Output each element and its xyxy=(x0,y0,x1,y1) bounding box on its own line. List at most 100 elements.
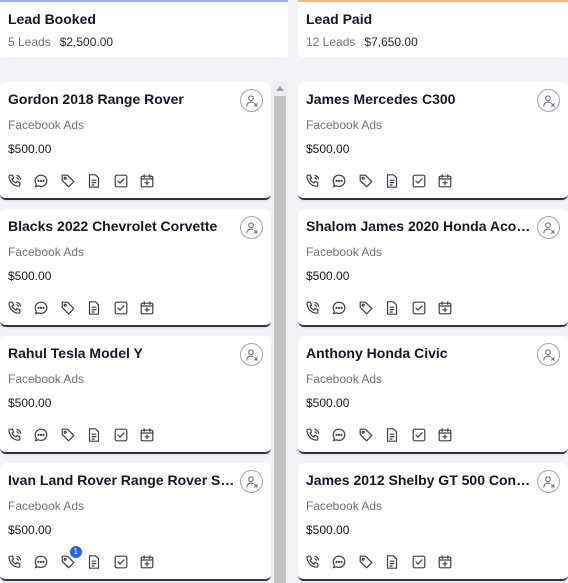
scroll-up-arrow-icon[interactable] xyxy=(276,86,284,91)
lead-title[interactable]: Anthony Honda Civic xyxy=(306,345,534,361)
phone-icon xyxy=(306,555,320,568)
appointment-button[interactable] xyxy=(436,172,454,190)
column-header-lead-paid: Lead Paid 12 Leads $7,650.00 xyxy=(298,0,568,57)
lead-title[interactable]: Blacks 2022 Chevrolet Corvette xyxy=(8,218,237,234)
lead-title[interactable]: James Mercedes C300 xyxy=(306,91,534,107)
notes-button[interactable] xyxy=(383,299,401,317)
appointment-button[interactable] xyxy=(138,172,156,190)
notes-button[interactable] xyxy=(85,172,103,190)
notes-button[interactable] xyxy=(383,172,401,190)
lead-card[interactable]: James 2012 Shelby GT 500 Convertible Fac… xyxy=(298,463,568,581)
assign-user-icon xyxy=(542,475,555,488)
appointment-button[interactable] xyxy=(436,426,454,444)
tasks-button[interactable] xyxy=(112,299,130,317)
phone-icon xyxy=(306,301,320,314)
lead-card[interactable]: James Mercedes C300 Facebook Ads $500.00 xyxy=(298,82,568,200)
card-actions xyxy=(304,553,462,571)
message-button[interactable] xyxy=(32,299,50,317)
appointment-button[interactable] xyxy=(436,299,454,317)
assign-user-button[interactable] xyxy=(537,470,560,493)
note-icon xyxy=(387,428,398,442)
assign-user-button[interactable] xyxy=(240,343,263,366)
call-button[interactable] xyxy=(6,426,24,444)
call-button[interactable] xyxy=(6,299,24,317)
notes-button[interactable] xyxy=(85,553,103,571)
lead-card[interactable]: Ivan Land Rover Range Rover Sport Facebo… xyxy=(0,463,271,581)
lead-title[interactable]: Gordon 2018 Range Rover xyxy=(8,91,237,107)
tasks-button[interactable] xyxy=(410,553,428,571)
tasks-button[interactable] xyxy=(410,426,428,444)
lead-value: $500.00 xyxy=(8,269,52,283)
assign-user-button[interactable] xyxy=(537,89,560,112)
assign-user-button[interactable] xyxy=(240,216,263,239)
lead-card[interactable]: Gordon 2018 Range Rover Facebook Ads $50… xyxy=(0,82,271,200)
tags-button[interactable] xyxy=(357,553,375,571)
lead-card[interactable]: Rahul Tesla Model Y Facebook Ads $500.00 xyxy=(0,336,271,454)
tags-button[interactable] xyxy=(357,172,375,190)
appointment-button[interactable] xyxy=(138,299,156,317)
tasks-button[interactable] xyxy=(410,299,428,317)
tasks-button[interactable] xyxy=(112,172,130,190)
tag-count-badge: 1 xyxy=(69,546,82,558)
lead-source: Facebook Ads xyxy=(8,372,85,386)
task-icon xyxy=(412,428,425,442)
message-button[interactable] xyxy=(330,172,348,190)
tags-button[interactable] xyxy=(59,299,77,317)
column-title: Lead Paid xyxy=(306,11,373,27)
message-button[interactable] xyxy=(32,553,50,571)
task-icon xyxy=(114,428,127,442)
assign-user-button[interactable] xyxy=(240,89,263,112)
assign-user-button[interactable] xyxy=(537,216,560,239)
tasks-button[interactable] xyxy=(112,553,130,571)
note-icon xyxy=(387,301,398,315)
tasks-button[interactable] xyxy=(410,172,428,190)
notes-button[interactable] xyxy=(85,299,103,317)
tags-button[interactable] xyxy=(357,299,375,317)
message-button[interactable] xyxy=(330,553,348,571)
call-button[interactable] xyxy=(304,426,322,444)
chat-icon xyxy=(332,174,346,188)
appointment-button[interactable] xyxy=(138,553,156,571)
lead-card[interactable]: Shalom James 2020 Honda Acorrd Facebook … xyxy=(298,209,568,327)
notes-button[interactable] xyxy=(85,426,103,444)
message-button[interactable] xyxy=(32,172,50,190)
call-button[interactable] xyxy=(304,172,322,190)
scroll-thumb[interactable] xyxy=(274,96,286,583)
message-button[interactable] xyxy=(330,426,348,444)
tags-button[interactable] xyxy=(59,172,77,190)
chat-icon xyxy=(332,428,346,442)
task-icon xyxy=(114,555,127,569)
lead-card[interactable]: Blacks 2022 Chevrolet Corvette Facebook … xyxy=(0,209,271,327)
tasks-button[interactable] xyxy=(112,426,130,444)
notes-button[interactable] xyxy=(383,553,401,571)
notes-button[interactable] xyxy=(383,426,401,444)
lead-title[interactable]: Rahul Tesla Model Y xyxy=(8,345,237,361)
note-icon xyxy=(89,428,100,442)
lead-card[interactable]: Anthony Honda Civic Facebook Ads $500.00 xyxy=(298,336,568,454)
call-button[interactable] xyxy=(6,172,24,190)
tags-button[interactable] xyxy=(59,426,77,444)
assign-user-button[interactable] xyxy=(537,343,560,366)
phone-icon xyxy=(306,174,320,187)
tag-icon xyxy=(359,555,373,569)
lead-title[interactable]: James 2012 Shelby GT 500 Convertible xyxy=(306,472,534,488)
lead-source: Facebook Ads xyxy=(306,118,383,132)
tags-button[interactable] xyxy=(357,426,375,444)
chat-icon xyxy=(34,428,48,442)
message-button[interactable] xyxy=(330,299,348,317)
appointment-button[interactable] xyxy=(138,426,156,444)
chat-icon xyxy=(34,555,48,569)
appointment-icon xyxy=(438,555,452,569)
appointment-button[interactable] xyxy=(436,553,454,571)
assign-user-button[interactable] xyxy=(240,470,263,493)
call-button[interactable] xyxy=(304,553,322,571)
tags-button[interactable]: 1 xyxy=(59,546,82,571)
card-actions xyxy=(304,426,462,444)
call-button[interactable] xyxy=(304,299,322,317)
message-button[interactable] xyxy=(32,426,50,444)
lead-title[interactable]: Shalom James 2020 Honda Acorrd xyxy=(306,218,534,234)
call-button[interactable] xyxy=(6,553,24,571)
lead-title[interactable]: Ivan Land Rover Range Rover Sport xyxy=(8,472,237,488)
card-actions xyxy=(304,299,462,317)
column-scrollbar[interactable] xyxy=(273,82,287,583)
